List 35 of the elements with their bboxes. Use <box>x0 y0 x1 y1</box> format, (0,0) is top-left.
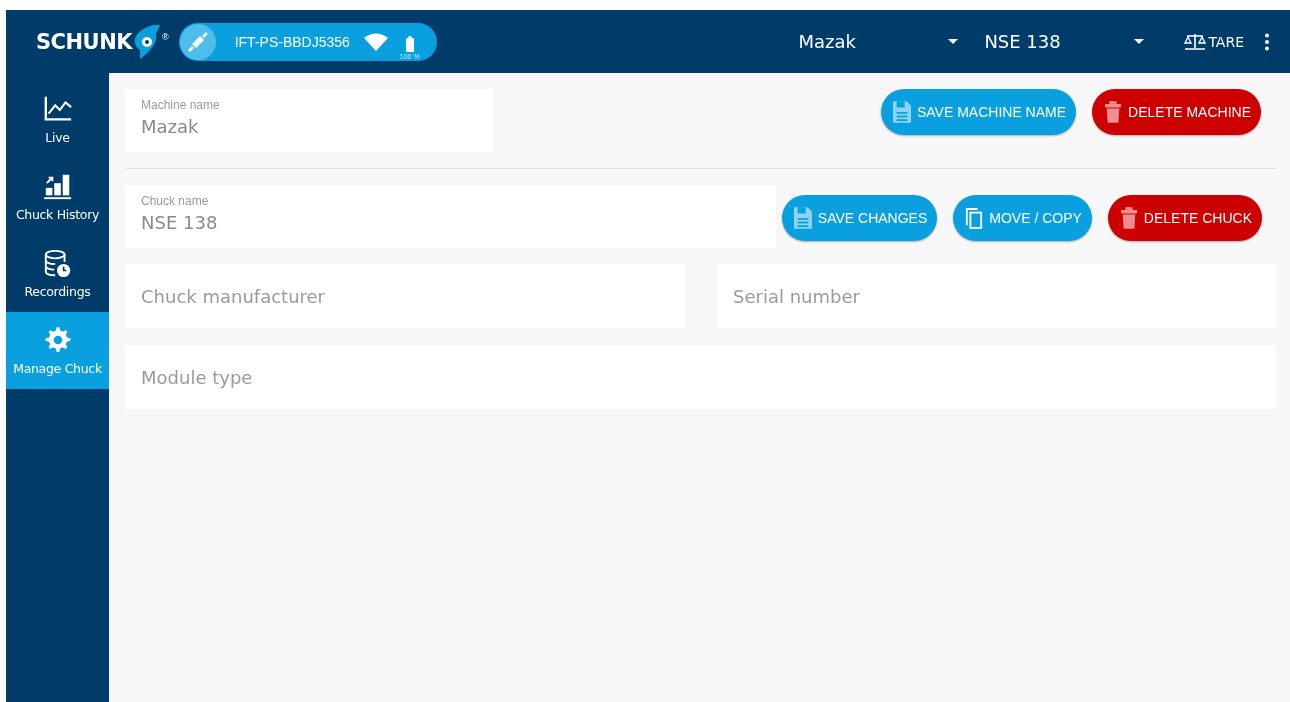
caret-icon <box>948 39 959 44</box>
nav-item[interactable]: Recordings <box>6 235 109 312</box>
chuck-name-field[interactable]: Chuck name NSE 138 <box>125 185 776 248</box>
dropdown[interactable]: Mazak <box>798 31 959 52</box>
copy-icon <box>965 207 984 229</box>
input-field[interactable]: Serial number <box>717 264 1276 328</box>
database-clock-icon <box>42 248 73 278</box>
text-input[interactable]: Mazak <box>141 116 477 137</box>
wifi-icon <box>363 32 388 51</box>
scale-icon <box>1184 32 1207 51</box>
save-button[interactable]: SAVE CHANGES <box>781 195 938 241</box>
input-field[interactable]: Chuck manufacturer <box>125 264 685 328</box>
registered-mark: ® <box>162 31 169 42</box>
move-copy-button[interactable]: MOVE / COPY <box>953 195 1092 241</box>
trash-can-icon <box>1104 101 1123 123</box>
logo-text: SCHUNK <box>36 29 132 54</box>
nav-item[interactable]: Chuck History <box>6 158 109 235</box>
machine-name-field[interactable]: Machine name Mazak <box>125 89 493 152</box>
delete-button[interactable]: DELETE MACHINE <box>1092 89 1261 135</box>
save-button[interactable]: SAVE MACHINE NAME <box>880 89 1077 135</box>
device-name: IFT-PS-BBDJ5356 <box>234 33 350 50</box>
nav-item[interactable]: Manage Chuck <box>6 312 109 389</box>
delete-button[interactable]: DELETE CHUCK <box>1107 195 1262 241</box>
text-input[interactable]: NSE 138 <box>141 212 760 233</box>
field-label: Chuck name <box>141 194 210 208</box>
caret-icon <box>1134 39 1145 44</box>
plug-icon <box>179 23 216 60</box>
input-field[interactable]: Module type <box>125 345 1276 409</box>
field-label: Machine name <box>141 98 221 112</box>
more-menu-icon <box>1264 32 1270 51</box>
trash-can-icon <box>1119 207 1138 229</box>
dropdown[interactable]: NSE 138 <box>984 31 1145 52</box>
battery-icon <box>405 35 414 52</box>
tare-button[interactable]: TARE <box>1184 32 1244 51</box>
nav-item[interactable]: Live <box>6 81 109 158</box>
